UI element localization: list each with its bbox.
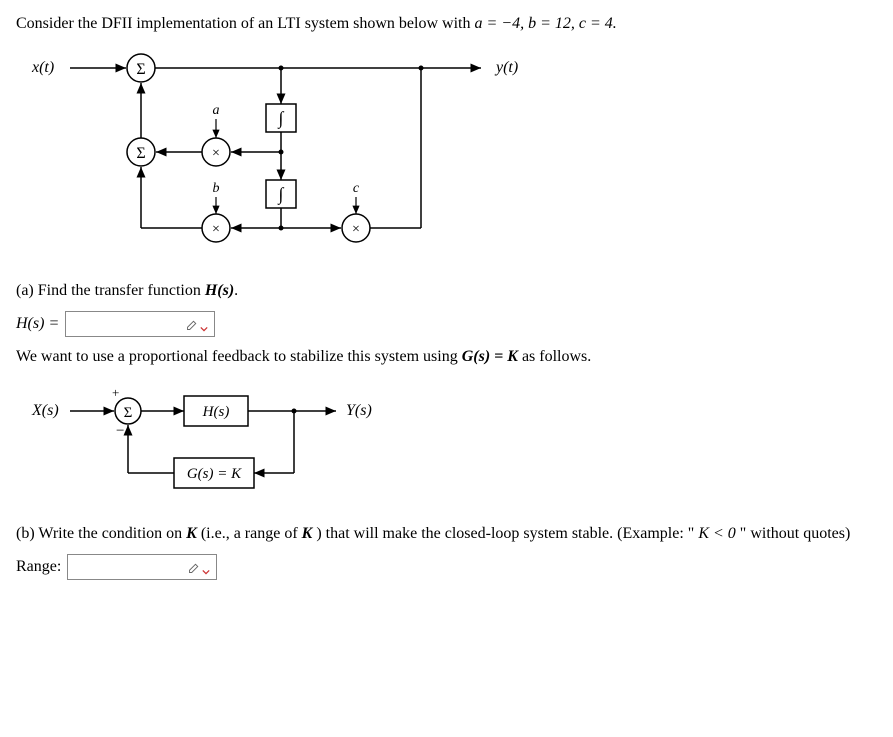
pencil-icon <box>188 561 200 573</box>
svg-text:X(s): X(s) <box>31 402 59 419</box>
svg-text:c: c <box>353 181 360 196</box>
svg-text:a: a <box>213 103 220 118</box>
intro-prefix: Consider the DFII implementation of an L… <box>16 15 474 32</box>
problem-intro: Consider the DFII implementation of an L… <box>16 12 877 36</box>
range-label: Range: <box>16 558 61 576</box>
x-label: x(t) <box>31 59 54 76</box>
svg-text:Y(s): Y(s) <box>346 402 372 419</box>
pencil-icon <box>186 318 198 330</box>
feedback-block-diagram: X(s) Σ + − H(s) Y(s) G(s) = K <box>26 377 877 512</box>
hs-lhs: H(s) = <box>16 315 59 333</box>
svg-text:b: b <box>213 181 220 196</box>
params: a = −4, b = 12, c = 4. <box>474 15 616 32</box>
chevron-down-icon <box>202 563 210 571</box>
part-b-answer-row: Range: <box>16 554 877 580</box>
svg-text:Σ: Σ <box>136 61 145 78</box>
range-answer-input[interactable] <box>67 554 217 580</box>
part-a-answer-row: H(s) = <box>16 311 877 337</box>
chevron-down-icon <box>200 320 208 328</box>
svg-text:×: × <box>212 146 220 161</box>
svg-text:H(s): H(s) <box>202 404 230 420</box>
part-a-prompt: (a) Find the transfer function H(s). <box>16 279 877 303</box>
svg-text:Σ: Σ <box>136 145 145 162</box>
svg-text:×: × <box>352 222 360 237</box>
y-label: y(t) <box>494 59 518 76</box>
svg-text:Σ: Σ <box>124 405 133 421</box>
dfii-block-diagram: x(t) Σ y(t) ∫ × a Σ ∫ × b × c <box>26 44 877 269</box>
svg-text:−: − <box>116 423 124 439</box>
part-b-prompt: (b) Write the condition on K (i.e., a ra… <box>16 522 877 546</box>
hs-answer-input[interactable] <box>65 311 215 337</box>
svg-text:G(s) = K: G(s) = K <box>187 466 242 482</box>
svg-text:+: + <box>112 385 119 400</box>
feedback-intro: We want to use a proportional feedback t… <box>16 345 877 369</box>
svg-text:×: × <box>212 222 220 237</box>
